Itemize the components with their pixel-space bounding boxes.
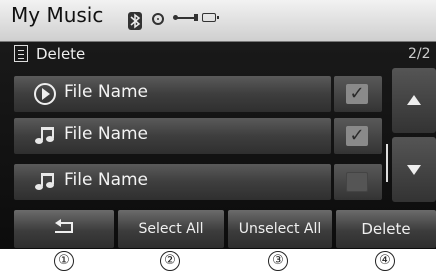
- file-checkbox-cell[interactable]: [334, 164, 382, 200]
- file-checkbox-cell[interactable]: ✓: [334, 76, 382, 112]
- mode-bar: Delete 2/2: [0, 42, 436, 67]
- bluetooth-icon: [128, 12, 142, 30]
- scroll-down-button[interactable]: [392, 137, 436, 202]
- file-item[interactable]: File Name: [14, 118, 331, 154]
- file-checkbox-cell[interactable]: ✓: [334, 118, 382, 154]
- battery-icon: [202, 13, 219, 22]
- checkbox-checked[interactable]: ✓: [346, 84, 368, 104]
- select-all-button[interactable]: Select All: [118, 210, 224, 248]
- mode-label: Delete: [36, 45, 86, 63]
- delete-button[interactable]: Delete: [336, 210, 436, 248]
- page-title: My Music: [11, 3, 104, 27]
- music-screen: My Music Delete 2/2 File Name ✓ File Nam…: [0, 0, 436, 249]
- callout-3: ③: [268, 251, 288, 271]
- callout-1: ①: [54, 251, 74, 271]
- back-icon: [55, 219, 73, 234]
- disc-icon: [152, 13, 164, 25]
- file-row: File Name: [14, 164, 382, 200]
- file-row: File Name ✓: [14, 76, 382, 112]
- file-name: File Name: [64, 124, 149, 144]
- file-row: File Name ✓: [14, 118, 382, 154]
- list-icon: [14, 45, 28, 62]
- checkbox-checked[interactable]: ✓: [346, 126, 368, 146]
- checkbox-unchecked[interactable]: [346, 172, 368, 192]
- callout-2: ②: [160, 251, 180, 271]
- file-name: File Name: [64, 82, 149, 102]
- music-note-icon: [34, 126, 56, 146]
- header-bar: My Music: [0, 0, 436, 42]
- bottom-toolbar: Select All Unselect All Delete: [0, 210, 436, 249]
- usb-icon: [173, 14, 198, 21]
- scroll-up-button[interactable]: [392, 68, 436, 133]
- scroll-indicator: [386, 144, 388, 182]
- file-name: File Name: [64, 170, 149, 190]
- page-indicator: 2/2: [408, 46, 431, 62]
- music-note-icon: [34, 172, 56, 192]
- play-icon: [34, 83, 56, 105]
- back-button[interactable]: [14, 210, 114, 248]
- callout-4: ④: [375, 251, 395, 271]
- unselect-all-button[interactable]: Unselect All: [228, 210, 332, 248]
- file-item[interactable]: File Name: [14, 164, 331, 200]
- file-item[interactable]: File Name: [14, 76, 331, 112]
